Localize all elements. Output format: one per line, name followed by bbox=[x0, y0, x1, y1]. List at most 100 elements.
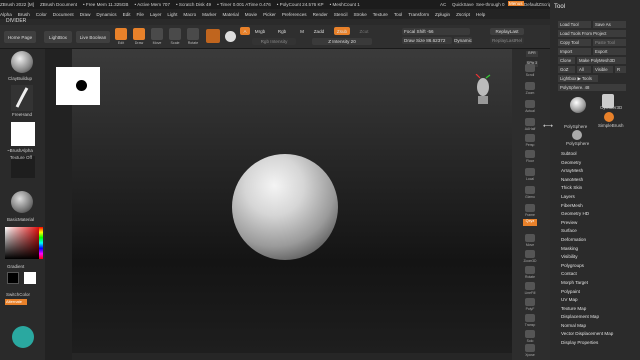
aahalf-button[interactable]: AAHalf bbox=[522, 118, 538, 132]
color-picker[interactable] bbox=[5, 227, 39, 259]
subpalette-fibermesh[interactable]: FiberMesh bbox=[558, 202, 638, 211]
draw-size-slider[interactable]: Draw Size 86.62372 bbox=[402, 37, 452, 44]
copy-tool-button[interactable]: Copy Tool bbox=[558, 39, 591, 46]
linefill-button[interactable]: LineFill bbox=[522, 282, 538, 296]
brush-thumbnail[interactable] bbox=[11, 51, 33, 73]
menu-render[interactable]: Render bbox=[313, 12, 328, 17]
subpalette-texture-map[interactable]: Texture Map bbox=[558, 305, 638, 314]
subpalette-arraymesh[interactable]: ArrayMesh bbox=[558, 167, 638, 176]
channel-icon[interactable] bbox=[225, 31, 236, 42]
secondary-color-swatch[interactable] bbox=[24, 272, 36, 284]
lightbox-tools-button[interactable]: Lightbox ▶ Tools bbox=[558, 75, 598, 82]
zadd-button[interactable]: Zadd bbox=[312, 27, 326, 35]
menu-stroke[interactable]: Stroke bbox=[353, 12, 366, 17]
zcut-button[interactable]: Zcut bbox=[358, 27, 370, 35]
menu-picker[interactable]: Picker bbox=[263, 12, 276, 17]
frame-button[interactable]: Frame bbox=[522, 204, 538, 218]
menu-material[interactable]: Material bbox=[222, 12, 238, 17]
navigation-head-gizmo[interactable] bbox=[474, 73, 492, 106]
clone-button[interactable]: Clone bbox=[558, 57, 575, 64]
polyf-button[interactable]: PolyF bbox=[522, 298, 538, 312]
replay-last-rel-button[interactable]: ReplayLastRel bbox=[490, 37, 524, 44]
rotate-view-button[interactable]: Rotate bbox=[522, 266, 538, 280]
lightbox-button[interactable]: LightBox bbox=[44, 31, 72, 43]
quicksave-button[interactable]: QuickSave bbox=[452, 2, 474, 7]
subpalette-surface[interactable]: Surface bbox=[558, 227, 638, 236]
subpalette-normal-map[interactable]: Normal Map bbox=[558, 322, 638, 331]
move-view-button[interactable]: Move bbox=[522, 234, 538, 248]
menu-layer[interactable]: Layer bbox=[150, 12, 162, 17]
subpalette-morph-target[interactable]: Morph Target bbox=[558, 279, 638, 288]
subpalette-thick-skin[interactable]: Thick Skin bbox=[558, 184, 638, 193]
menu-alpha[interactable]: Alpha bbox=[0, 12, 12, 17]
home-page-button[interactable]: Home Page bbox=[4, 31, 36, 43]
zoom3d-button[interactable]: Zoom3D bbox=[522, 250, 538, 264]
rotate-button[interactable]: Rotate bbox=[186, 27, 200, 45]
simplebrush-thumbnail[interactable] bbox=[604, 112, 614, 122]
subpalette-vector-displacement-map[interactable]: Vector Displacement Map bbox=[558, 330, 638, 339]
menu-brush[interactable]: Brush bbox=[18, 12, 30, 17]
avatar[interactable] bbox=[12, 326, 34, 348]
current-tool-slider[interactable]: PolySphere. 48 bbox=[558, 84, 626, 91]
material-thumbnail[interactable] bbox=[11, 191, 33, 213]
menu-zplugin[interactable]: Zplugin bbox=[435, 12, 450, 17]
actual-button[interactable]: Actual bbox=[522, 100, 538, 114]
draw-button[interactable]: Draw bbox=[132, 27, 146, 45]
local-button[interactable]: Local bbox=[522, 168, 538, 182]
subpalette-geometry[interactable]: Geometry bbox=[558, 159, 638, 168]
menu-movie[interactable]: Movie bbox=[245, 12, 257, 17]
menu-tool[interactable]: Tool bbox=[394, 12, 402, 17]
solo-button[interactable]: Solo bbox=[522, 330, 538, 344]
dynamic-button[interactable]: Dynamic bbox=[454, 37, 472, 44]
subpalette-polygroups[interactable]: Polygroups bbox=[558, 262, 638, 271]
export-button[interactable]: Export bbox=[593, 48, 626, 55]
subpalette-geometry-hd[interactable]: Geometry HD bbox=[558, 210, 638, 219]
menu-file[interactable]: File bbox=[137, 12, 144, 17]
menu-edit[interactable]: Edit bbox=[123, 12, 131, 17]
stroke-thumbnail[interactable] bbox=[11, 85, 33, 111]
menu-zscript[interactable]: Zscript bbox=[456, 12, 470, 17]
xpose-button[interactable]: Xpose bbox=[522, 344, 538, 358]
zoom-button[interactable]: Zoom bbox=[522, 82, 538, 96]
save-as-button[interactable]: Save As bbox=[593, 21, 626, 28]
menu-marker[interactable]: Marker bbox=[202, 12, 216, 17]
subpalette-deformation[interactable]: Deformation bbox=[558, 236, 638, 245]
menu-color[interactable]: Color bbox=[36, 12, 47, 17]
bpr-button[interactable]: BPR bbox=[526, 51, 538, 57]
menu-preferences[interactable]: Preferences bbox=[282, 12, 307, 17]
r-button[interactable]: R bbox=[615, 66, 626, 73]
paste-tool-button[interactable]: Paste Tool bbox=[593, 39, 626, 46]
polysphere-thumbnail[interactable] bbox=[570, 97, 586, 113]
subpalette-preview[interactable]: Preview bbox=[558, 219, 638, 228]
subpalette-displacement-map[interactable]: Displacement Map bbox=[558, 313, 638, 322]
scale-button[interactable]: Scale bbox=[168, 27, 182, 45]
menu-macro[interactable]: Macro bbox=[183, 12, 196, 17]
switch-color-button[interactable]: SwitchColor bbox=[6, 292, 30, 297]
persp-button[interactable]: Persp bbox=[522, 134, 538, 148]
polysphere-mesh[interactable] bbox=[232, 154, 338, 260]
material-sphere-icon[interactable] bbox=[206, 29, 220, 43]
hue-strip[interactable] bbox=[39, 227, 43, 259]
menu-draw[interactable]: Draw bbox=[80, 12, 91, 17]
load-tools-from-project-button[interactable]: Load Tools From Project bbox=[558, 30, 626, 37]
subpalette-polypaint[interactable]: Polypaint bbox=[558, 288, 638, 297]
menu-document[interactable]: Document bbox=[53, 12, 74, 17]
subpalette-uv-map[interactable]: UV Map bbox=[558, 296, 638, 305]
focal-shift-slider[interactable]: Focal Shift -56 bbox=[402, 28, 470, 35]
subpalette-visibility[interactable]: Visibility bbox=[558, 253, 638, 262]
gizmo-button[interactable]: Gizmo bbox=[522, 186, 538, 200]
subpalette-nanomesh[interactable]: NanoMesh bbox=[558, 176, 638, 185]
replay-last-button[interactable]: ReplayLast bbox=[490, 28, 524, 35]
primary-color-swatch[interactable] bbox=[7, 272, 19, 284]
subpalette-display-properties[interactable]: Display Properties bbox=[558, 339, 638, 348]
rgb-button[interactable]: Rgb bbox=[276, 27, 288, 35]
menus-button[interactable]: Menus bbox=[508, 1, 524, 6]
scroll-button[interactable]: Scroll bbox=[522, 64, 538, 78]
load-tool-button[interactable]: Load Tool bbox=[558, 21, 591, 28]
alternate-button[interactable]: Alternate bbox=[5, 299, 27, 305]
all-button[interactable]: All bbox=[577, 66, 591, 73]
menu-texture[interactable]: Texture bbox=[373, 12, 388, 17]
floor-button[interactable]: Floor bbox=[522, 150, 538, 164]
default-zscript[interactable]: DefaultZScript bbox=[524, 2, 553, 7]
m-button[interactable]: M bbox=[298, 27, 306, 35]
